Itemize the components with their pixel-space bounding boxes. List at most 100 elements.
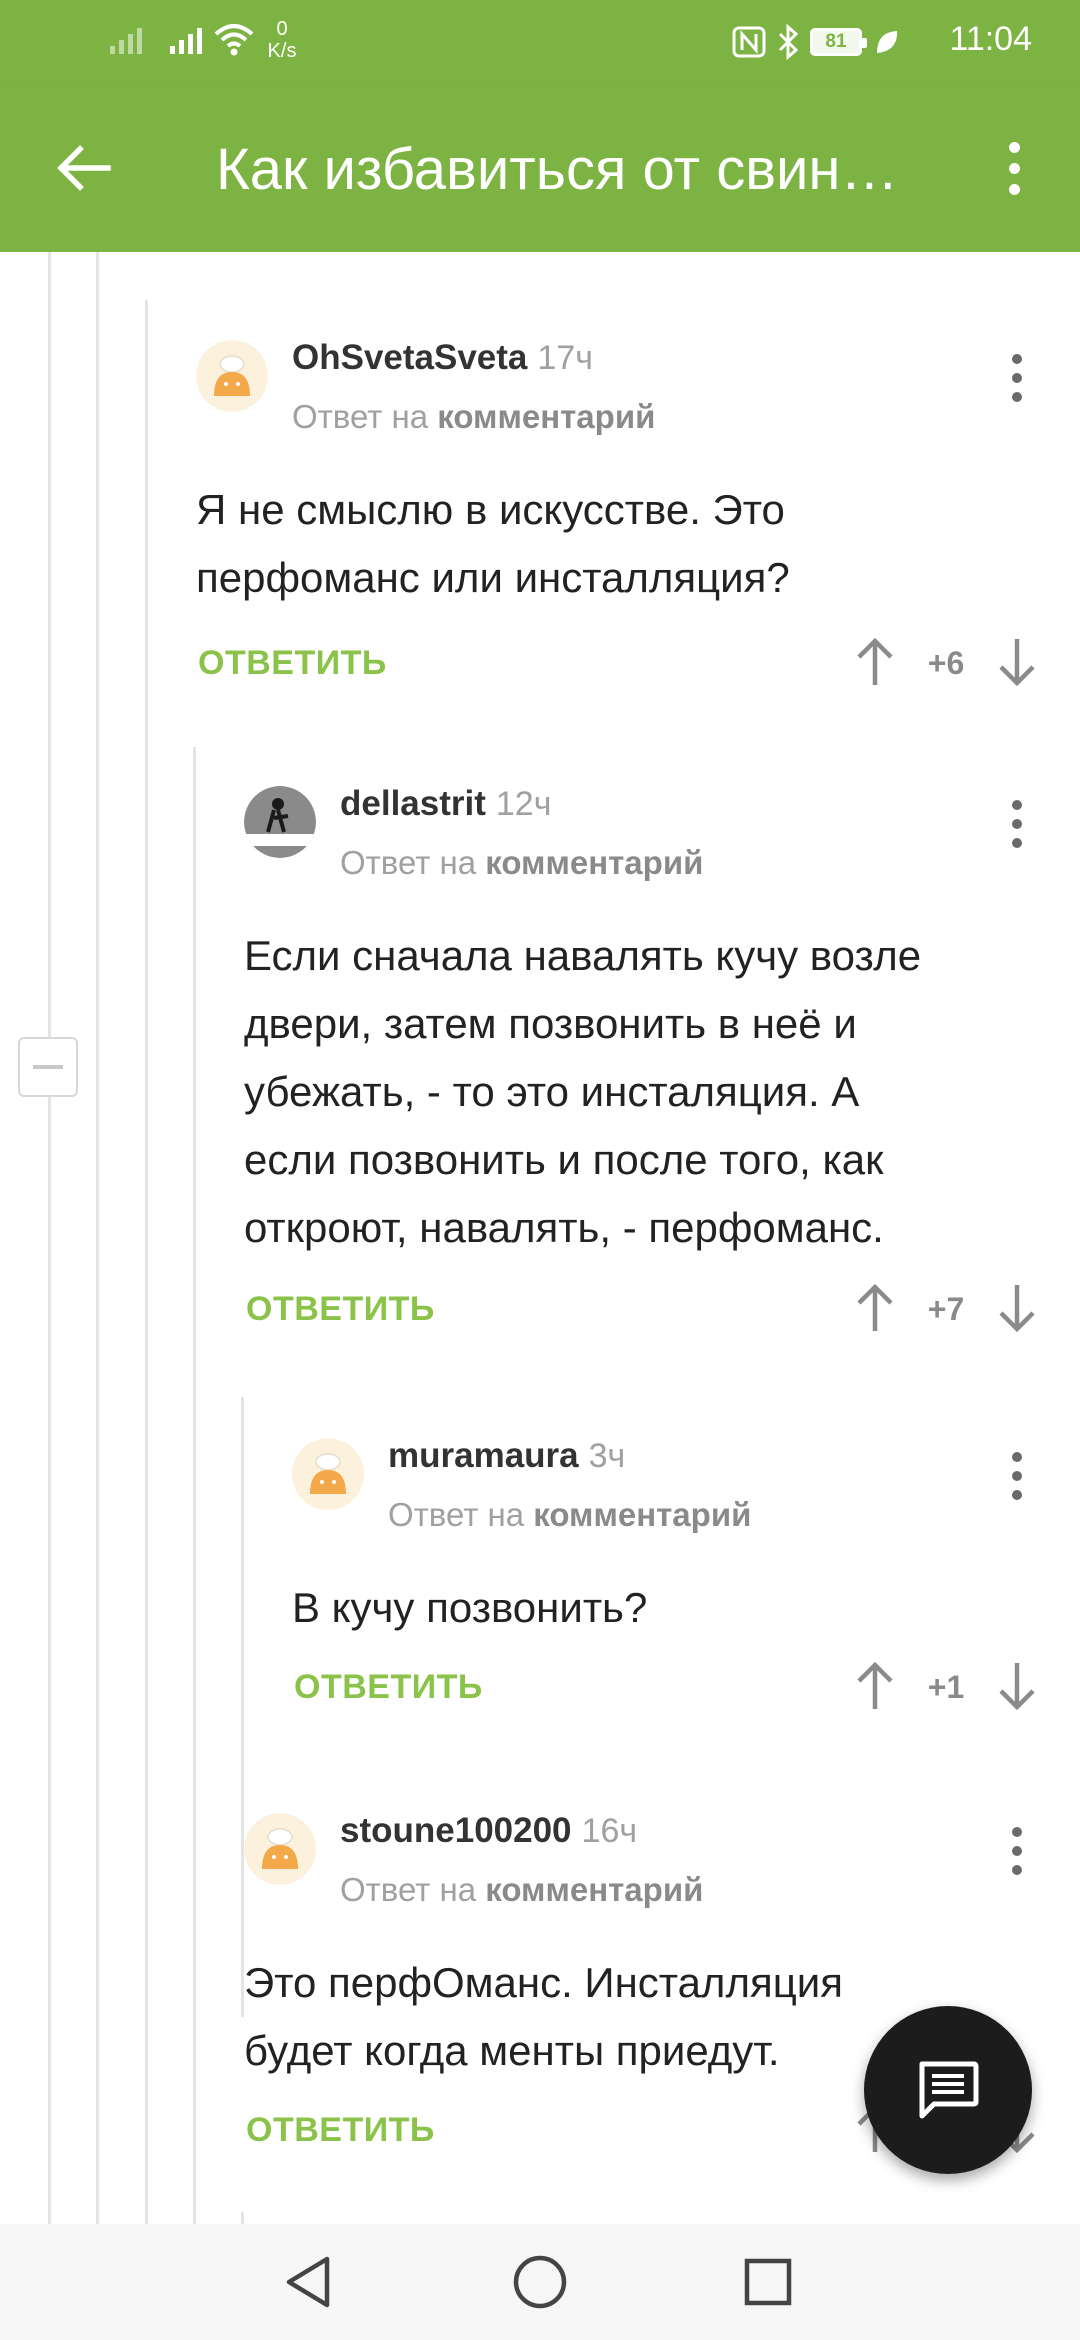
comment: muramaura 3ч Ответ на комментарий В кучу …	[292, 1436, 1044, 1788]
comment-text: Я не смыслю в искусстве. Это перфоманс и…	[196, 476, 790, 612]
avatar[interactable]	[292, 1438, 364, 1510]
collapse-thread-button[interactable]	[18, 1037, 78, 1097]
comment-author[interactable]: OhSvetaSveta 17ч	[292, 338, 593, 378]
comment-menu-button[interactable]	[1002, 1446, 1032, 1506]
triangle-left-icon	[286, 2256, 330, 2308]
net-speed-unit: K/s	[267, 40, 297, 62]
reply-to-link[interactable]: комментарий	[485, 844, 703, 881]
comment-menu-button[interactable]	[1002, 1821, 1032, 1881]
thread-line	[193, 747, 196, 2224]
comment-text-line: перфоманс или инсталляция?	[196, 554, 790, 601]
comment-text-line: Это перфОманс. Инсталляция	[244, 1959, 843, 2006]
clock: 11:04	[949, 20, 1032, 58]
system-nav-bar	[0, 2224, 1080, 2340]
net-speed-value: 0	[276, 18, 288, 40]
overflow-dot	[1008, 183, 1020, 195]
signal-sim2-icon	[170, 28, 202, 54]
vote-up-button[interactable]	[850, 1656, 900, 1716]
comment-author[interactable]: dellastrit 12ч	[340, 784, 551, 824]
vote-up-button[interactable]	[850, 1278, 900, 1338]
square-recents-icon	[744, 2258, 792, 2306]
network-speed: 0 K/s	[262, 18, 302, 62]
default-avatar-icon	[292, 1438, 364, 1510]
arrow-left-icon	[57, 145, 111, 191]
screen: 0 K/s 81 11:04 Как избавиться от свин… O…	[0, 0, 1080, 2340]
reply-button[interactable]: ОТВЕТИТЬ	[246, 1290, 435, 1329]
comment-author[interactable]: stoune100200 16ч	[340, 1811, 637, 1851]
avatar[interactable]	[244, 1813, 316, 1885]
avatar[interactable]	[244, 786, 316, 858]
comment-score: +6	[927, 645, 965, 681]
battery-saver-leaf-icon	[877, 31, 898, 53]
minus-icon	[33, 1065, 63, 1069]
thread-line	[145, 300, 148, 2224]
bluetooth-icon	[778, 24, 799, 60]
comment: OhSvetaSveta 17ч Ответ на комментарий Я н…	[196, 338, 1046, 730]
reply-to-prefix: Ответ на	[388, 1496, 525, 1533]
author-name: OhSvetaSveta	[292, 338, 528, 377]
arrow-down-icon	[999, 1285, 1035, 1333]
comment-time: 16ч	[581, 1812, 638, 1850]
vote-down-button[interactable]	[992, 632, 1042, 692]
reply-to-prefix: Ответ на	[340, 844, 477, 881]
status-bar: 0 K/s 81 11:04	[0, 0, 1080, 84]
page-title: Как избавиться от свин…	[216, 137, 899, 202]
arrow-down-icon	[999, 639, 1035, 687]
reply-to-link[interactable]: комментарий	[485, 1871, 703, 1908]
write-comment-fab[interactable]	[864, 2006, 1032, 2174]
reply-to-link[interactable]: комментарий	[533, 1496, 751, 1533]
comment-text-line: откроют, навалять, - перфоманс.	[244, 1204, 884, 1251]
comment-author[interactable]: muramaura 3ч	[388, 1436, 625, 1476]
comment-bubble-icon	[919, 2061, 979, 2119]
user-avatar-image	[244, 786, 316, 858]
comment-text: Если сначала навалять кучу возле двери, …	[244, 922, 921, 1262]
signal-sim1-icon	[110, 28, 142, 54]
reply-to-prefix: Ответ на	[292, 398, 429, 435]
comment-text: В кучу позвонить?	[292, 1574, 647, 1642]
comment-score: +7	[927, 1291, 965, 1327]
nav-home-button[interactable]	[502, 2244, 578, 2320]
comment-text-line: если позвонить и после того, как	[244, 1136, 884, 1183]
vote-down-button[interactable]	[992, 1278, 1042, 1338]
comment-text-line: Я не смыслю в искусстве. Это	[196, 486, 785, 533]
arrow-up-icon	[857, 637, 893, 685]
reply-button[interactable]: ОТВЕТИТЬ	[198, 644, 387, 683]
comment-text-line: будет когда менты приедут.	[244, 2027, 780, 2074]
thread-line	[96, 252, 99, 2224]
vote-down-button[interactable]	[992, 1656, 1042, 1716]
reply-to-link[interactable]: комментарий	[437, 398, 655, 435]
nav-recents-button[interactable]	[730, 2244, 806, 2320]
comment-text-line: Если сначала навалять кучу возле	[244, 932, 922, 979]
overflow-dot	[1008, 162, 1020, 174]
reply-to-line: Ответ на комментарий	[388, 1496, 751, 1534]
reply-to-line: Ответ на комментарий	[292, 398, 655, 436]
author-name: muramaura	[388, 1436, 579, 1475]
overflow-menu-button[interactable]	[994, 128, 1034, 208]
reply-to-line: Ответ на комментарий	[340, 844, 703, 882]
comment: dellastrit 12ч Ответ на комментарий Если …	[244, 784, 1044, 1376]
comment-menu-button[interactable]	[1002, 348, 1032, 408]
reply-button[interactable]: ОТВЕТИТЬ	[294, 1668, 483, 1707]
reply-to-prefix: Ответ на	[340, 1871, 477, 1908]
comment-menu-button[interactable]	[1002, 794, 1032, 854]
overflow-dot	[1008, 141, 1020, 153]
comment-text-line: В кучу позвонить?	[292, 1584, 648, 1631]
circle-home-icon	[513, 2255, 567, 2309]
default-avatar-icon	[196, 340, 268, 412]
comment-time: 12ч	[495, 785, 552, 823]
reply-button[interactable]: ОТВЕТИТЬ	[246, 2111, 435, 2150]
comment-thread: OhSvetaSveta 17ч Ответ на комментарий Я н…	[0, 252, 1080, 2224]
comment-time: 3ч	[588, 1437, 626, 1475]
avatar[interactable]	[196, 340, 268, 412]
arrow-up-icon	[857, 1283, 893, 1331]
comment-text-line: двери, затем позвонить в неё и	[244, 1000, 857, 1047]
arrow-down-icon	[999, 1663, 1035, 1711]
author-name: dellastrit	[340, 784, 486, 823]
vote-up-button[interactable]	[850, 632, 900, 692]
comment-text: Это перфОманс. Инсталляция будет когда м…	[244, 1949, 843, 2085]
back-button[interactable]	[44, 128, 124, 208]
arrow-up-icon	[857, 1661, 893, 1709]
author-name: stoune100200	[340, 1811, 572, 1850]
nav-back-button[interactable]	[270, 2244, 346, 2320]
thread-line	[48, 252, 51, 2224]
